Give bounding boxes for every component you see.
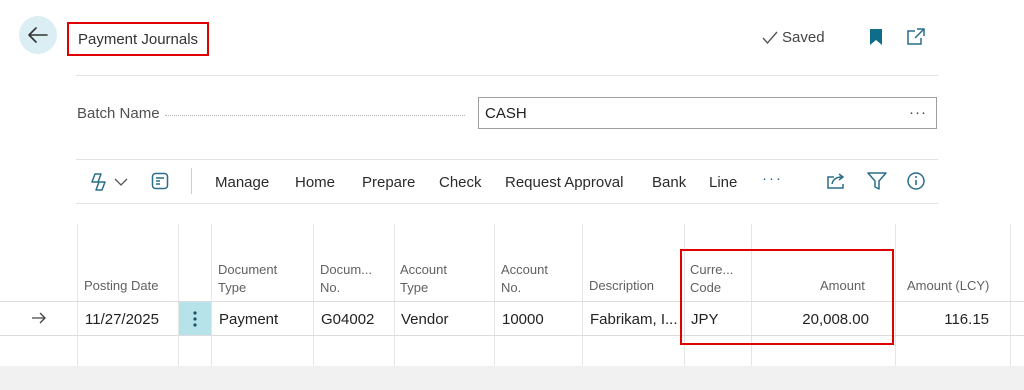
menu-request-approval[interactable]: Request Approval [505, 174, 623, 191]
leader-dots [165, 115, 465, 116]
column-separator [494, 224, 495, 366]
row-border [0, 301, 1024, 302]
footer-area [0, 366, 1024, 390]
menu-bank[interactable]: Bank [652, 174, 686, 191]
column-separator [178, 224, 179, 366]
column-separator [1010, 224, 1011, 366]
column-separator [684, 224, 685, 366]
header-text: No. [501, 280, 522, 295]
info-icon [907, 172, 925, 190]
back-arrow-icon [28, 27, 48, 43]
cell-description[interactable]: Fabrikam, I... [590, 311, 678, 328]
header-text: Account [400, 262, 447, 277]
cell-posting-date[interactable]: 11/27/2025 [85, 311, 159, 328]
header-text: Code [690, 280, 722, 295]
cell-document-no[interactable]: G04002 [321, 311, 374, 328]
header-posting-date[interactable]: Posting Date [84, 277, 158, 295]
page-title: Payment Journals [67, 22, 209, 56]
batch-name-value: CASH [485, 104, 527, 122]
divider [76, 159, 938, 160]
cell-amount[interactable]: 20,008.00 [757, 311, 869, 328]
popout-icon [907, 28, 925, 45]
column-separator [77, 224, 78, 366]
edit-list-icon [151, 172, 169, 190]
divider [76, 75, 938, 76]
column-separator [394, 224, 395, 366]
menu-check[interactable]: Check [439, 174, 482, 191]
cell-currency-code[interactable]: JPY [691, 311, 719, 328]
header-text: Curre... [690, 262, 734, 277]
back-button[interactable] [19, 16, 57, 54]
saved-label: Saved [782, 29, 825, 46]
header-description[interactable]: Description [589, 277, 654, 295]
header-text: Type [218, 280, 247, 295]
header-account-type[interactable]: Account Type [400, 261, 447, 297]
menu-line[interactable]: Line [709, 174, 737, 191]
header-account-no[interactable]: Account No. [501, 261, 548, 297]
column-separator [582, 224, 583, 366]
menu-prepare[interactable]: Prepare [362, 174, 415, 191]
more-actions-button[interactable]: ··· [762, 170, 783, 187]
header-text: Type [400, 280, 429, 295]
copilot-icon [91, 173, 106, 191]
filter-icon [867, 172, 887, 190]
vertical-ellipsis-icon [193, 310, 197, 327]
header-amount[interactable]: Amount [820, 277, 865, 295]
column-separator [313, 224, 314, 366]
header-text: Document [218, 262, 278, 277]
header-text: No. [320, 280, 341, 295]
header-amount-lcy[interactable]: Amount (LCY) [907, 277, 989, 295]
saved-status: Saved [762, 29, 825, 46]
copilot-button[interactable] [89, 172, 128, 192]
cell-document-type[interactable]: Payment [219, 311, 278, 328]
bookmark-button[interactable] [869, 28, 883, 51]
column-separator [211, 224, 212, 366]
cell-amount-lcy[interactable]: 116.15 [900, 311, 989, 328]
divider [76, 203, 938, 204]
batch-lookup-button[interactable]: ··· [909, 104, 927, 121]
chevron-down-icon [114, 178, 128, 186]
share-icon [827, 173, 845, 189]
header-currency-code[interactable]: Curre... Code [690, 261, 733, 297]
column-separator [895, 224, 896, 366]
header-text: Account [501, 262, 548, 277]
header-document-type[interactable]: Document Type [218, 261, 277, 297]
menu-manage[interactable]: Manage [215, 174, 269, 191]
edit-list-button[interactable] [151, 172, 169, 190]
row-border [0, 335, 1024, 336]
cell-account-type[interactable]: Vendor [401, 311, 449, 328]
header-document-no[interactable]: Docum... No. [320, 261, 372, 297]
header-text: Docum... [320, 262, 373, 277]
menu-home[interactable]: Home [295, 174, 335, 191]
batch-name-label: Batch Name [77, 105, 160, 122]
info-button[interactable] [907, 172, 925, 190]
checkmark-icon [762, 31, 778, 44]
bookmark-icon [870, 29, 882, 45]
row-arrow-icon [32, 312, 46, 324]
cell-account-no[interactable]: 10000 [502, 311, 544, 328]
share-button[interactable] [826, 172, 846, 190]
popout-button[interactable] [906, 28, 926, 51]
batch-name-field[interactable]: CASH ··· [478, 97, 937, 129]
row-actions-button[interactable] [179, 302, 211, 335]
column-separator [751, 224, 752, 366]
action-separator [191, 168, 192, 194]
filter-button[interactable] [867, 172, 887, 190]
